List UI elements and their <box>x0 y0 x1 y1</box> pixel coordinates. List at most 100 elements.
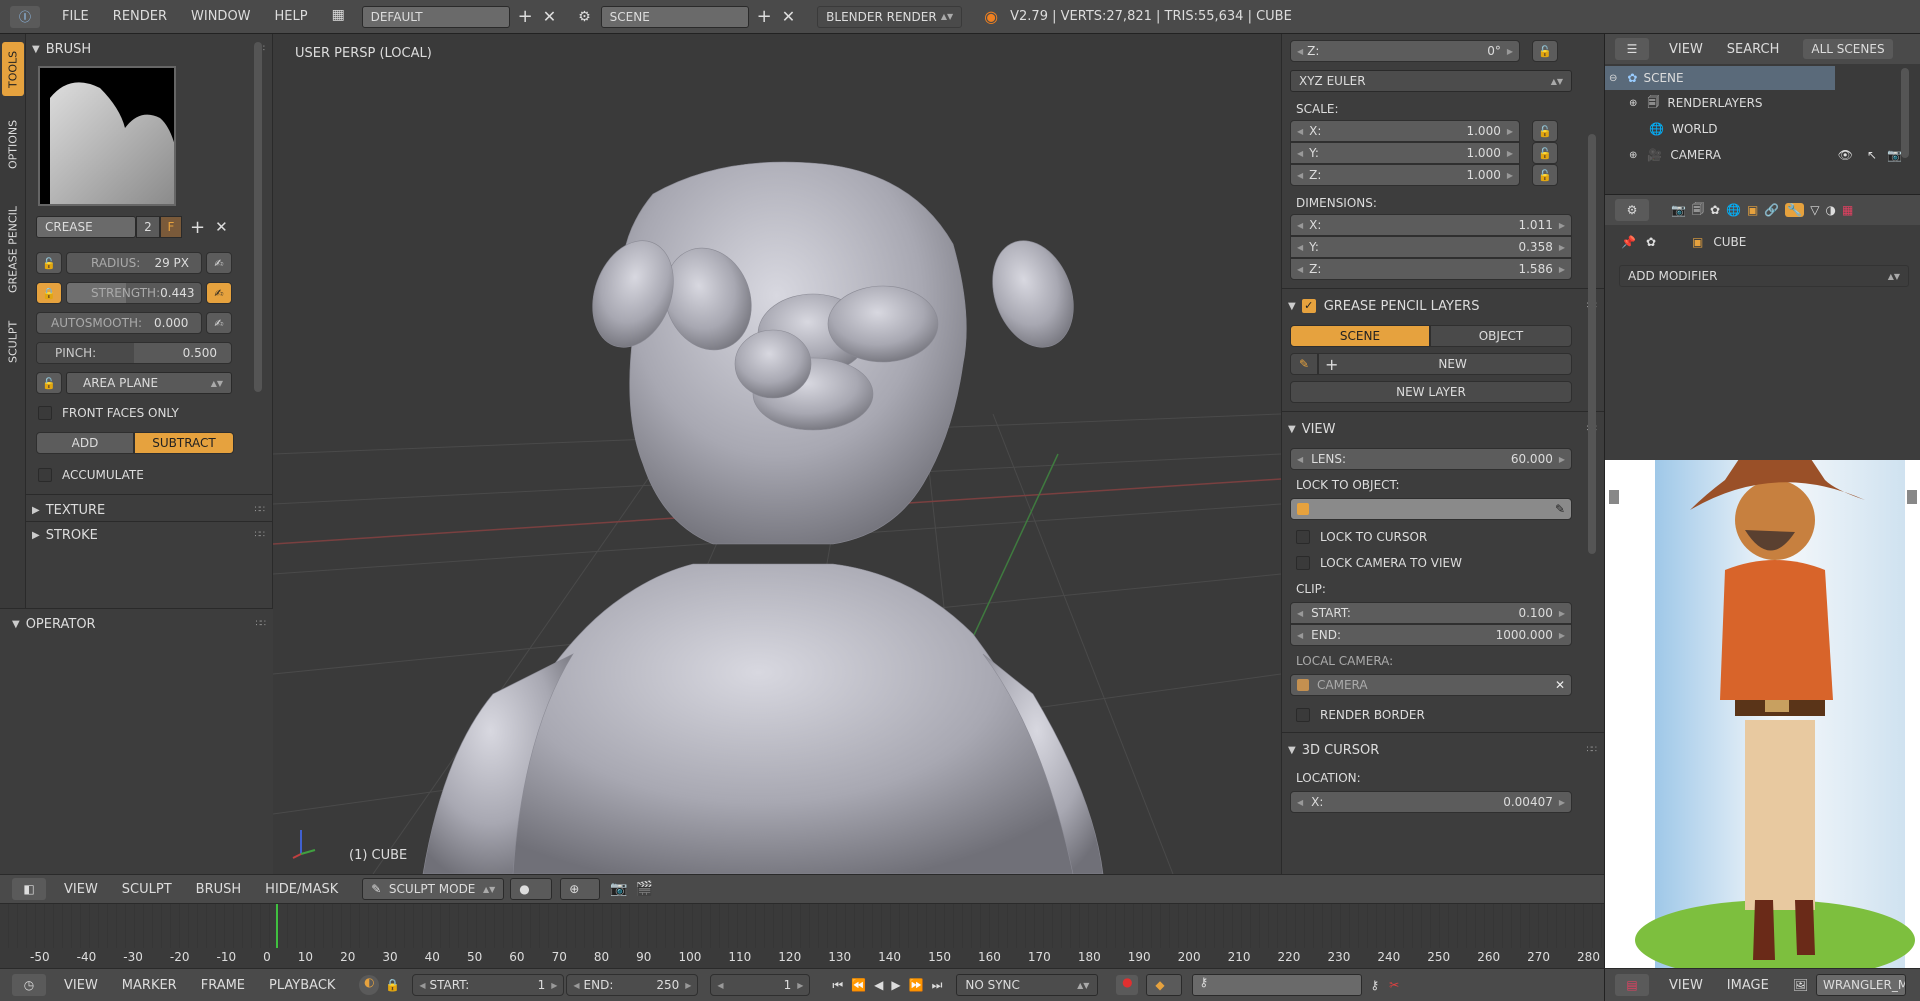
lock-to-cursor-checkbox[interactable] <box>1296 530 1310 544</box>
lock-frame-icon[interactable]: 🔒 <box>385 978 400 992</box>
rotation-mode-select[interactable]: XYZ EULER ▲▼ <box>1290 70 1572 92</box>
drag-grip-icon[interactable]: ∷∷ <box>255 505 266 515</box>
outliner-menu-view[interactable]: VIEW <box>1669 42 1703 57</box>
tab-sculpt[interactable]: SCULPT <box>2 312 24 372</box>
drag-grip-icon[interactable]: ∷∷ <box>1587 745 1598 755</box>
object-tab-icon[interactable]: ▣ <box>1747 203 1758 217</box>
radius-pressure-toggle[interactable]: ✍ <box>206 252 232 274</box>
layout-icon[interactable]: ▦ <box>332 7 356 27</box>
scene-select[interactable]: SCENE <box>600 5 749 28</box>
timeline-menu-marker[interactable]: MARKER <box>122 978 177 993</box>
gp-new-layer-button[interactable]: NEW LAYER <box>1290 381 1572 403</box>
dimension-x-field[interactable]: ◀ X: 1.011 ▶ <box>1290 214 1572 236</box>
outliner-row-renderlayers[interactable]: ⊕ 🗐 RENDERLAYERS <box>1605 90 1920 116</box>
image-editor-type-icon[interactable]: ▤ <box>1615 974 1649 996</box>
view-panel-header[interactable]: ▼VIEW∷∷ <box>1282 418 1604 440</box>
lock-scale-x[interactable]: 🔓 <box>1532 120 1558 142</box>
selectable-cursor-icon[interactable]: ↖ <box>1867 148 1877 162</box>
editor-type-icon[interactable]: ◧ <box>12 878 46 900</box>
subtract-button[interactable]: SUBTRACT <box>134 432 234 454</box>
sculpt-plane-lock[interactable]: 🔓 <box>36 372 62 394</box>
gp-source-object-button[interactable]: OBJECT <box>1430 325 1572 347</box>
n-panel-scrollbar[interactable] <box>1588 134 1596 554</box>
scale-x-field[interactable]: ◀ X: 1.000 ▶ <box>1290 120 1520 142</box>
area-plane-select[interactable]: AREA PLANE ▲▼ <box>66 372 232 394</box>
preview-range-icon[interactable]: ◐ <box>359 975 380 995</box>
radius-unit-toggle[interactable]: 🔓 <box>36 252 62 274</box>
accumulate-checkbox[interactable] <box>38 468 52 482</box>
add-modifier-button[interactable]: ADD MODIFIER ▲▼ <box>1619 265 1909 287</box>
next-keyframe-icon[interactable]: ⏩ <box>909 978 924 992</box>
outliner-row-world[interactable]: 🌐 WORLD <box>1605 116 1920 142</box>
outliner-row-scene[interactable]: ⊖ ✿ SCENE <box>1605 66 1835 90</box>
remove-layout-button[interactable]: ✕ <box>543 7 556 26</box>
sync-mode-select[interactable]: NO SYNC ▲▼ <box>956 974 1099 996</box>
world-tab-icon[interactable]: 🌐 <box>1726 203 1741 217</box>
strength-unified-toggle[interactable]: 🔒 <box>36 282 62 304</box>
end-frame-field[interactable]: ◀ END: 250 ▶ <box>566 974 699 996</box>
texture-tab-icon[interactable]: ▦ <box>1842 203 1853 217</box>
stroke-panel-header[interactable]: ▶ STROKE ∷∷ <box>26 524 272 546</box>
add-button[interactable]: ADD <box>36 432 134 454</box>
drag-grip-icon[interactable]: ∷∷ <box>256 619 267 629</box>
image-menu-image[interactable]: IMAGE <box>1727 978 1769 993</box>
start-frame-field[interactable]: ◀ START: 1 ▶ <box>412 974 565 996</box>
outliner-display-mode[interactable]: ALL SCENES <box>1803 39 1893 59</box>
clip-start-field[interactable]: ◀ START: 0.100 ▶ <box>1290 602 1572 624</box>
play-reverse-icon[interactable]: ◀ <box>874 978 883 992</box>
modifiers-tab-icon[interactable]: 🔧 <box>1785 203 1805 217</box>
brush-preview[interactable] <box>38 66 176 206</box>
dimension-z-field[interactable]: ◀ Z: 1.586 ▶ <box>1290 258 1572 280</box>
image-editor[interactable] <box>1604 460 1920 968</box>
timeline-menu-view[interactable]: VIEW <box>64 978 98 993</box>
grease-pencil-layers-header[interactable]: ▼✓GREASE PENCIL LAYERS∷∷ <box>1282 295 1604 317</box>
lock-scale-y[interactable]: 🔓 <box>1532 142 1558 164</box>
playhead[interactable] <box>276 904 278 948</box>
pinch-slider[interactable]: PINCH: 0.500 <box>36 342 232 364</box>
add-scene-button[interactable]: + <box>757 6 772 27</box>
timeline-menu-frame[interactable]: FRAME <box>201 978 245 993</box>
screen-layout-select[interactable]: DEFAULT <box>361 5 510 28</box>
insert-keyframe-icon[interactable]: ⚷ <box>1370 978 1379 992</box>
local-camera-field[interactable]: CAMERA ✕ <box>1290 674 1572 696</box>
outliner-editor-icon[interactable]: ☰ <box>1615 38 1649 60</box>
viewport-menu-brush[interactable]: BRUSH <box>196 882 242 897</box>
prev-keyframe-icon[interactable]: ⏪ <box>851 978 866 992</box>
timeline-editor-icon[interactable]: ◷ <box>12 974 46 996</box>
play-icon[interactable]: ▶ <box>891 978 900 992</box>
menu-file[interactable]: FILE <box>62 9 89 24</box>
operator-panel-header[interactable]: ▼ OPERATOR ∷∷ <box>0 613 273 635</box>
radius-slider[interactable]: RADIUS: 29 PX <box>66 252 202 274</box>
front-faces-only-checkbox[interactable] <box>38 406 52 420</box>
gp-datablock-icon[interactable]: ✎ <box>1290 353 1318 375</box>
viewport-shading-select[interactable]: ● <box>510 878 553 900</box>
rotation-z-field[interactable]: ◀ Z: 0° ▶ <box>1290 40 1520 62</box>
strength-pressure-toggle[interactable]: ✍ <box>206 282 232 304</box>
renderable-camera-icon[interactable]: 📷 <box>1887 148 1902 162</box>
timeline-menu-playback[interactable]: PLAYBACK <box>269 978 335 993</box>
constraints-tab-icon[interactable]: 🔗 <box>1764 203 1779 217</box>
keyingset-search-field[interactable]: ⚷ <box>1192 974 1363 996</box>
dimension-y-field[interactable]: ◀ Y: 0.358 ▶ <box>1290 236 1572 258</box>
outliner-menu-search[interactable]: SEARCH <box>1727 42 1780 57</box>
render-preview-icon[interactable]: 📷 <box>610 881 627 897</box>
3d-viewport[interactable]: USER PERSP (LOCAL) (1) CUBE <box>273 34 1281 874</box>
gp-layers-checkbox[interactable]: ✓ <box>1301 299 1316 313</box>
autosmooth-pressure-toggle[interactable]: ✍ <box>206 312 232 334</box>
fake-user-button[interactable]: F <box>160 216 182 238</box>
strength-slider[interactable]: STRENGTH: 0.443 <box>66 282 202 304</box>
pin-icon[interactable]: 📌 <box>1621 235 1636 249</box>
pivot-point-select[interactable]: ⊕ <box>560 878 601 900</box>
scene-tab-icon[interactable]: ✿ <box>1710 203 1720 217</box>
image-name-field[interactable]: WRANGLER_MC <box>1816 974 1907 996</box>
timeline[interactable]: -50 -40 -30 -20 -10 0 10 20 30 40 50 60 70 80 90 100 110… <box>0 904 1604 968</box>
brush-name-field[interactable]: CREASE <box>36 216 136 238</box>
lock-object-field[interactable]: ✎ <box>1290 498 1572 520</box>
render-tab-icon[interactable]: 📷 <box>1671 203 1686 217</box>
scene-icon[interactable]: ⚙ <box>578 9 591 25</box>
properties-editor-icon[interactable]: ⚙ <box>1615 199 1649 221</box>
menu-window[interactable]: WINDOW <box>191 9 251 24</box>
tab-grease-pencil[interactable]: GREASE PENCIL <box>2 194 24 306</box>
outliner-row-camera[interactable]: ⊕ 🎥 CAMERA 👁 ↖ 📷 <box>1605 142 1920 168</box>
remove-scene-button[interactable]: ✕ <box>782 7 795 26</box>
